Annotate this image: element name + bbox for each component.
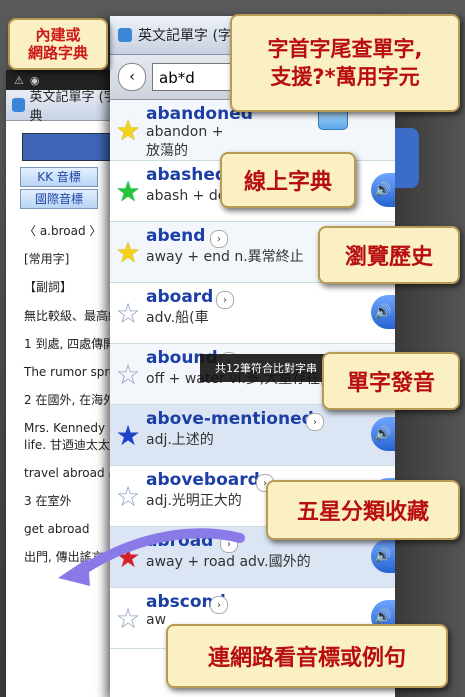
speaker-icon[interactable]: 🔊: [371, 539, 395, 573]
back-arrow-icon[interactable]: ‹: [118, 63, 146, 91]
app-icon: [118, 28, 132, 42]
callout-pronunciation: 單字發音: [322, 352, 460, 410]
definition-line: travel abroad 出國: [24, 465, 126, 480]
dictionary-detail-screen: ⚠ ◉ 英文記單字 (字典 KK 音標 國際音標 〈 a.broad 〉 [常用…: [6, 70, 126, 697]
definition-line: 3 在室外: [24, 493, 72, 508]
callout-wildcard-search: 字首字尾查單字, 支援?*萬用字元: [230, 14, 460, 112]
entry-gloss: away + end n.異常終止: [146, 249, 304, 265]
curved-arrow-icon: [58, 528, 245, 586]
speaker-icon[interactable]: 🔊: [371, 295, 395, 329]
callout-wildcard-title: 字首字尾查單字,: [267, 36, 423, 61]
entry-word: aboard: [146, 287, 214, 307]
definition-line: The rumor spread: [24, 364, 126, 379]
star-outline-icon[interactable]: ☆: [110, 466, 146, 526]
entry-gloss: adj.光明正大的: [146, 493, 242, 509]
entry-word: aboveboard: [146, 470, 260, 490]
warning-icon: ⚠: [14, 73, 24, 87]
definition-line: 〈 a.broad 〉: [24, 224, 102, 238]
star-icon[interactable]: ★: [110, 405, 146, 465]
entry-gloss: abandon +: [146, 124, 224, 140]
ipa-phonetic-button[interactable]: 國際音標: [20, 189, 98, 209]
callout-wildcard-sub: 支援?*萬用字元: [270, 65, 420, 89]
chevron-right-icon[interactable]: ›: [210, 596, 228, 614]
callout-browse-history: 瀏覽歷史: [318, 226, 460, 284]
word-header-bar: [22, 133, 120, 161]
list-item[interactable]: ★ above-mentioned adj.上述的 › 🔊: [110, 405, 395, 466]
chevron-right-icon[interactable]: ›: [210, 230, 228, 248]
history-tab[interactable]: [395, 128, 419, 188]
star-icon[interactable]: ★: [110, 100, 146, 160]
star-icon[interactable]: ★: [110, 161, 146, 221]
list-item[interactable]: ☆ aboard adv.船(車 › 🔊: [110, 283, 395, 344]
definition-line: 無比較級、最高級: [24, 308, 121, 323]
star-outline-icon[interactable]: ☆: [110, 283, 146, 343]
entry-word: above-mentioned: [146, 409, 314, 429]
entry-gloss: adv.船(車: [146, 310, 209, 326]
star-outline-icon[interactable]: ☆: [110, 344, 146, 404]
definition-line: [常用字]: [24, 252, 70, 267]
callout-builtin-dictionary: 內建或 網路字典: [8, 18, 108, 70]
speaker-icon[interactable]: 🔊: [371, 417, 395, 451]
chevron-right-icon[interactable]: ›: [216, 291, 234, 309]
callout-five-star: 五星分類收藏: [266, 480, 460, 540]
kk-phonetic-button[interactable]: KK 音標: [20, 167, 98, 187]
definition-line: 【副詞】: [24, 280, 73, 295]
app-icon: [12, 98, 26, 112]
definition-line: 1 到處, 四處傳開: [24, 336, 116, 351]
star-outline-icon[interactable]: ☆: [110, 588, 146, 648]
speaker-icon[interactable]: 🔊: [371, 173, 395, 207]
definition-line: 2 在國外, 在海外: [24, 393, 116, 408]
definition-line: Mrs. Kennedy has: [24, 421, 126, 436]
back-title-bar: 英文記單字 (字典: [6, 90, 126, 124]
chevron-right-icon[interactable]: ›: [306, 413, 324, 431]
callout-net-phonetic: 連網路看音標或例句: [166, 624, 448, 688]
callout-online-dictionary: 線上字典: [220, 152, 356, 208]
definition-line: life. 甘迺迪太太適: [24, 437, 122, 452]
entry-gloss: adj.上述的: [146, 432, 214, 448]
app-status-icon: ◉: [29, 73, 40, 87]
star-icon[interactable]: ★: [110, 222, 146, 282]
match-count-toast: 共12筆符合比對字串: [200, 354, 332, 382]
